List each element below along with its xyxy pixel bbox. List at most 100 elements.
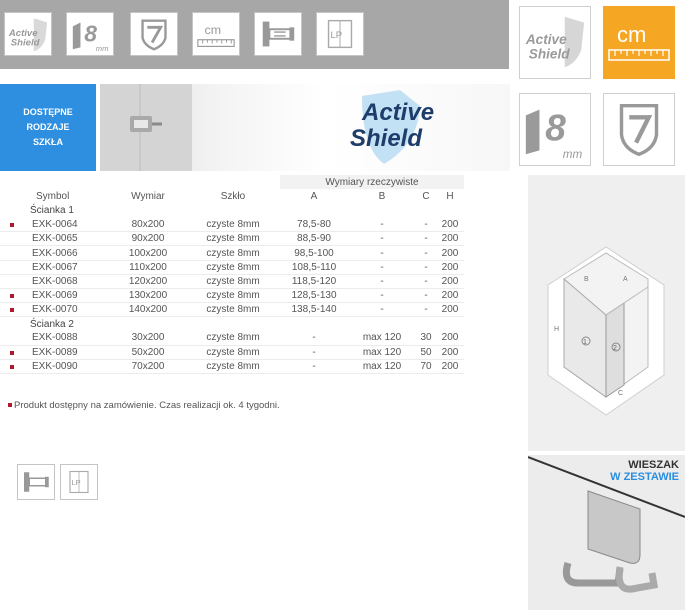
section-wall-1: Ścianka 1 [30,204,74,216]
available-glass-types-text: DOSTĘPNE RODZAJE SZKŁA [23,107,73,147]
available-glass-types-badge: DOSTĘPNE RODZAJE SZKŁA [0,84,96,171]
cell-b: - [348,260,416,275]
cell-c: 70 [416,359,436,375]
cell-a: 88,5-90 [280,231,348,247]
table-row: EXK-0066 100x200 czyste 8mm 98,5-100- -200 [0,245,464,261]
cell-wymiar: 50x200 [110,345,186,360]
availability-footnote: Produkt dostępny na zamówienie. Czas rea… [8,400,280,411]
hanger-label-line2: W ZESTAWIE [610,471,679,483]
glass-large-value: 8 [545,108,566,149]
left-right-reversible-icon: LP [316,12,364,56]
cell-c: 50 [416,345,436,360]
cell-symbol: EXK-0067 [0,260,110,275]
hanger-included-box: WIESZAK W ZESTAWIE [528,455,685,610]
real-dimensions-header: Wymiary rzeczywiste [280,175,464,190]
top-feature-bar: Active Shield 8 mm cm LP [0,0,509,69]
active-shield-line2: Shield [11,37,40,48]
table-row: EXK-0064 80x200 czyste 8mm 78,5-80- -200 [0,217,464,233]
cell-a: - [280,345,348,360]
table-row: EXK-0068 120x200 czyste 8mm 118,5-120- -200 [0,274,464,290]
made-to-order-marker [10,364,14,369]
cell-wymiar: 90x200 [110,231,186,247]
cell-c: - [416,245,436,261]
banner-brand-line2: Shield [350,125,423,152]
cell-b: - [348,302,416,318]
made-to-order-marker [10,294,14,298]
cell-a: 138,5-140 [280,302,348,318]
table-row: EXK-0070 140x200 czyste 8mm 138,5-140- -200 [0,302,464,318]
cell-symbol: EXK-0088 [0,331,110,346]
cell-szklo: czyste 8mm [186,302,280,318]
cell-b: - [348,288,416,304]
footnote-text: Produkt dostępny na zamówienie. Czas rea… [14,400,280,411]
cell-b: max 120 [348,331,416,346]
table-row: EXK-0069 130x200 czyste 8mm 128,5-130- -200 [0,288,464,304]
cell-a: - [280,331,348,346]
cell-h: 200 [436,302,464,318]
cell-c: 30 [416,331,436,346]
table-row: EXK-0089 50x200 czyste 8mm - max 120 50 200 [0,345,464,360]
cell-b: max 120 [348,345,416,360]
cell-a: 78,5-80 [280,217,348,233]
cell-wymiar: 30x200 [110,331,186,346]
active-shield-large-line2: Shield [529,47,571,62]
cell-szklo: czyste 8mm [186,217,280,233]
section-wall-2: Ścianka 2 [30,318,74,330]
left-right-reversible-small-icon: LP [60,464,98,500]
made-to-order-marker [10,222,14,227]
cell-c: - [416,274,436,290]
glass-thickness-value: 8 [84,21,97,47]
glass-8mm-icon: 8 mm [66,12,114,56]
banner-brand-line1: Active [361,99,434,126]
unit-badge-large-text: cm [617,22,646,47]
table-row: EXK-0090 70x200 czyste 8mm - max 120 70 200 [0,359,464,375]
glass-8mm-large-icon: 8 mm [519,93,591,166]
cell-a: 128,5-130 [280,288,348,304]
cell-symbol: EXK-0090 [0,359,110,375]
hanger-label-line1: WIESZAK [628,459,679,471]
cell-h: 200 [436,245,464,261]
cell-b: max 120 [348,359,416,375]
header-szklo: Szkło [220,190,246,202]
made-to-order-marker [10,308,14,313]
cell-c: - [416,260,436,275]
cell-szklo: czyste 8mm [186,274,280,290]
glass-thickness-unit: mm [96,44,109,53]
cell-symbol: EXK-0068 [0,274,110,290]
cell-wymiar: 80x200 [110,217,186,233]
header-a: A [310,190,318,202]
product-table: Wymiary rzeczywiste Symbol Wymiar Szkło … [0,175,464,375]
cell-b: - [348,274,416,290]
diagram-label-2: 2 [613,345,617,352]
cell-symbol: EXK-0065 [0,231,110,247]
cell-c: - [416,288,436,304]
cell-h: 200 [436,359,464,375]
cell-symbol: EXK-0066 [0,245,110,261]
cell-szklo: czyste 8mm [186,288,280,304]
centimeter-ruler-icon: cm [192,12,240,56]
cell-a: 118,5-120 [280,274,348,290]
dimension-diagram: 1 2 B A H C [528,175,685,451]
cell-c: - [416,231,436,247]
active-shield-large-icon: Active Shield [519,6,591,79]
header-wymiar: Wymiar [131,190,165,202]
cell-symbol: EXK-0089 [0,345,110,360]
cell-h: 200 [436,260,464,275]
footnote-marker [8,403,12,408]
cell-szklo: czyste 8mm [186,260,280,275]
tempered-glass-shield-large-icon [603,93,675,166]
cell-b: - [348,217,416,233]
made-to-order-marker [10,350,14,355]
diagram-label-c: C [618,390,623,397]
header-h: H [446,190,454,202]
unit-badge-text: cm [205,23,222,37]
cell-wymiar: 130x200 [110,288,186,304]
cell-szklo: czyste 8mm [186,245,280,261]
cell-wymiar: 120x200 [110,274,186,290]
cell-c: - [416,302,436,318]
cell-b: - [348,231,416,247]
cell-symbol: EXK-0064 [0,217,110,233]
wall-mount-profile-small-icon [17,464,55,500]
cell-wymiar: 100x200 [110,245,186,261]
centimeter-ruler-large-icon: cm [603,6,675,79]
